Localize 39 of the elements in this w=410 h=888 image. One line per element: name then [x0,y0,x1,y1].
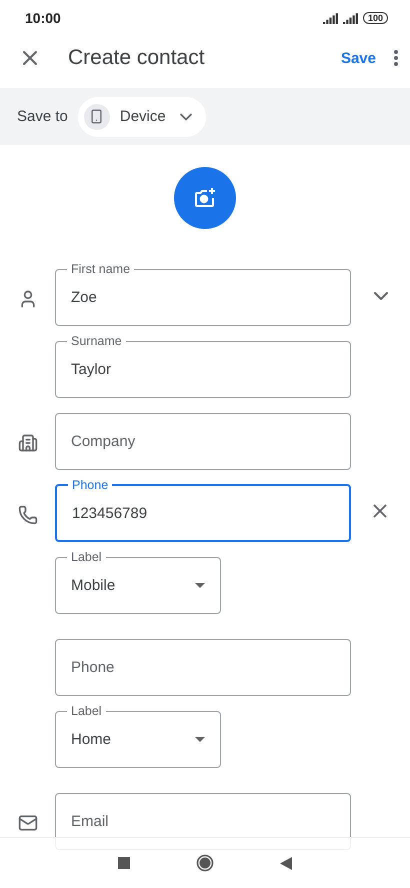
account-chip[interactable]: Device [78,96,206,136]
more-options-button[interactable] [394,50,398,66]
dropdown-arrow-icon [195,736,205,742]
battery-icon: 100 [362,12,388,24]
field-label: First name [70,262,132,276]
signal-icon [342,12,359,24]
dropdown-value: Mobile [71,576,116,594]
home-button[interactable] [196,854,214,872]
dropdown-arrow-icon [195,582,205,588]
input-text[interactable]: Email [71,813,335,830]
field-label: Label [70,704,103,718]
input-text[interactable]: Taylor [71,360,335,378]
field-label: Phone [71,478,110,492]
input-text[interactable]: 123456789 [72,504,334,522]
more-options-icon [394,50,398,66]
add-photo-icon [193,186,217,210]
input-field[interactable]: Company [55,413,351,470]
input-text[interactable]: Company [71,433,335,450]
field-label: Surname [70,334,123,348]
input-field[interactable]: Phone [55,639,351,696]
input-text[interactable]: Zoe [71,288,335,306]
building-icon [18,433,38,453]
signal-icon [322,12,339,24]
label-dropdown[interactable]: Label Mobile [55,550,221,614]
phone-icon [18,505,38,525]
input-field[interactable]: Surname Taylor [55,334,351,398]
mail-icon [18,813,38,833]
back-button[interactable] [280,856,292,870]
label-dropdown[interactable]: Label Home [55,704,221,768]
save-to-label: Save to [17,108,68,125]
input-field[interactable]: First name Zoe [55,262,351,326]
screen-title: Create contact [68,46,206,70]
status-time: 10:00 [25,10,61,26]
field-label: Label [70,550,103,564]
dropdown-value: Home [71,730,112,748]
input-field[interactable]: Phone 123456789 [55,478,351,542]
save-button[interactable]: Save [336,46,380,70]
phone-device-icon [84,104,110,130]
input-text[interactable]: Phone [71,659,335,676]
